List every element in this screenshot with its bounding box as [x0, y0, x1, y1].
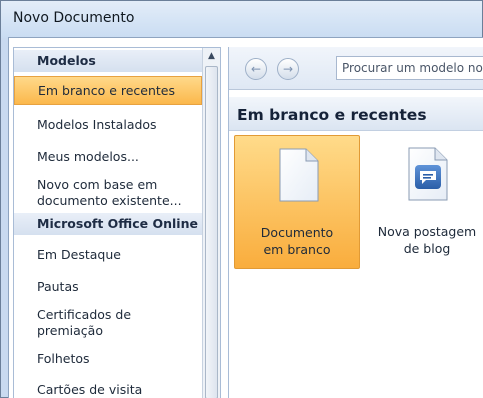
window-title: Novo Documento: [13, 10, 135, 26]
section-title: Em branco e recentes: [237, 106, 427, 124]
search-input[interactable]: [337, 57, 483, 79]
category-list: Modelos Em branco e recentes Modelos Ins…: [14, 48, 202, 398]
scroll-thumb[interactable]: [205, 66, 218, 398]
template-tile-blog-post[interactable]: Nova postagem de blog: [364, 135, 483, 269]
category-item-award-certificates[interactable]: Certificados de premiação: [14, 307, 144, 339]
title-bar[interactable]: Novo Documento: [1, 1, 482, 38]
blank-document-icon: [279, 148, 319, 202]
category-item-agendas[interactable]: Pautas: [14, 279, 202, 295]
navigation-bar: ← →: [229, 47, 483, 90]
scroll-up-icon[interactable]: ▲: [203, 48, 220, 65]
blog-post-icon: [408, 147, 448, 201]
tile-label-blank-document: Documento em branco: [260, 225, 334, 257]
category-item-brochures[interactable]: Folhetos: [14, 351, 202, 367]
category-header-office-online: Microsoft Office Online: [14, 213, 202, 235]
category-item-blank-recent[interactable]: Em branco e recentes: [14, 76, 202, 105]
category-item-featured[interactable]: Em Destaque: [14, 247, 202, 263]
tile-label-blog-post: Nova postagem de blog: [377, 224, 477, 256]
category-item-my-templates[interactable]: Meus modelos...: [14, 149, 202, 165]
category-item-installed-templates[interactable]: Modelos Instalados: [14, 117, 202, 133]
template-panel: ← → Em branco e recentes Documento em br…: [228, 47, 483, 398]
section-header: Em branco e recentes: [229, 97, 483, 131]
category-scrollbar[interactable]: ▲: [202, 48, 220, 398]
back-arrow-icon[interactable]: ←: [245, 58, 267, 80]
category-item-business-cards[interactable]: Cartões de visita: [14, 382, 202, 398]
category-item-new-from-existing[interactable]: Novo com base em documento existente...: [14, 177, 184, 209]
category-panel: Modelos Em branco e recentes Modelos Ins…: [13, 47, 221, 398]
template-tile-blank-document[interactable]: Documento em branco: [234, 135, 360, 269]
forward-arrow-icon[interactable]: →: [277, 58, 299, 80]
category-header-templates: Modelos: [14, 50, 202, 72]
search-field[interactable]: [336, 56, 483, 80]
